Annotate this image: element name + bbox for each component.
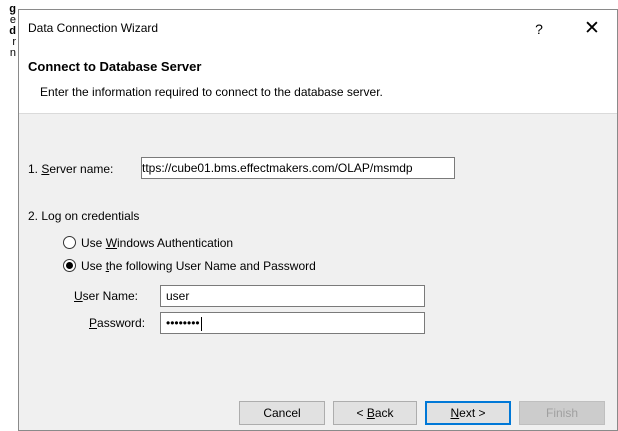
server-name-label: 1. Server name: xyxy=(28,162,113,176)
finish-button[interactable]: Finish xyxy=(519,401,605,425)
data-connection-wizard-dialog: Data Connection Wizard ? ✕ Connect to Da… xyxy=(18,9,618,431)
next-rest: ext > xyxy=(459,406,486,420)
background-window-text: g e d r n xyxy=(0,4,16,59)
back-accel: B xyxy=(366,406,375,420)
windows-auth-rest: indows Authentication xyxy=(117,236,234,250)
server-label-prefix: 1. xyxy=(28,162,42,176)
user-password-prefix: Use xyxy=(81,259,106,273)
logon-credentials-label: 2. Log on credentials xyxy=(28,209,140,223)
user-name-accel: U xyxy=(74,289,83,303)
help-button[interactable]: ? xyxy=(524,18,554,40)
password-accel: P xyxy=(89,316,98,330)
user-password-label[interactable]: Use the following User Name and Password xyxy=(81,259,316,273)
server-name-value: ttps://cube01.bms.effectmakers.com/OLAP/… xyxy=(142,161,413,175)
back-prefix: < xyxy=(356,406,367,420)
user-name-value: user xyxy=(166,289,190,303)
title-bar: Data Connection Wizard ? ✕ xyxy=(19,10,617,47)
close-icon[interactable]: ✕ xyxy=(575,16,609,42)
user-password-rest: he following User Name and Password xyxy=(109,259,316,273)
password-rest: assword: xyxy=(97,316,146,330)
page-title: Connect to Database Server xyxy=(28,59,202,74)
windows-auth-label[interactable]: Use Windows Authentication xyxy=(81,236,233,250)
user-name-input[interactable]: user xyxy=(160,285,425,307)
password-label: Password: xyxy=(89,316,145,330)
text-caret xyxy=(200,316,202,331)
next-accel: N xyxy=(450,406,460,420)
user-name-label: User Name: xyxy=(74,289,138,303)
password-input[interactable]: •••••••• xyxy=(160,312,425,334)
windows-auth-prefix: Use xyxy=(81,236,106,250)
user-name-rest: ser Name: xyxy=(82,289,139,303)
page-subtitle: Enter the information required to connec… xyxy=(40,85,383,99)
background-letter: n xyxy=(9,47,16,59)
wizard-header: Connect to Database Server Enter the inf… xyxy=(19,47,617,114)
window-title: Data Connection Wizard xyxy=(28,21,159,35)
back-button[interactable]: < Back xyxy=(333,401,417,425)
server-name-input[interactable]: ttps://cube01.bms.effectmakers.com/OLAP/… xyxy=(141,157,455,179)
cancel-button[interactable]: Cancel xyxy=(239,401,325,425)
user-password-radio[interactable] xyxy=(63,259,76,272)
next-button[interactable]: Next > xyxy=(425,401,511,425)
windows-auth-radio[interactable] xyxy=(63,236,76,249)
back-rest: ack xyxy=(374,406,394,420)
server-label-rest: erver name: xyxy=(49,162,114,176)
password-value: •••••••• xyxy=(166,316,200,330)
windows-auth-accel: W xyxy=(105,236,118,250)
